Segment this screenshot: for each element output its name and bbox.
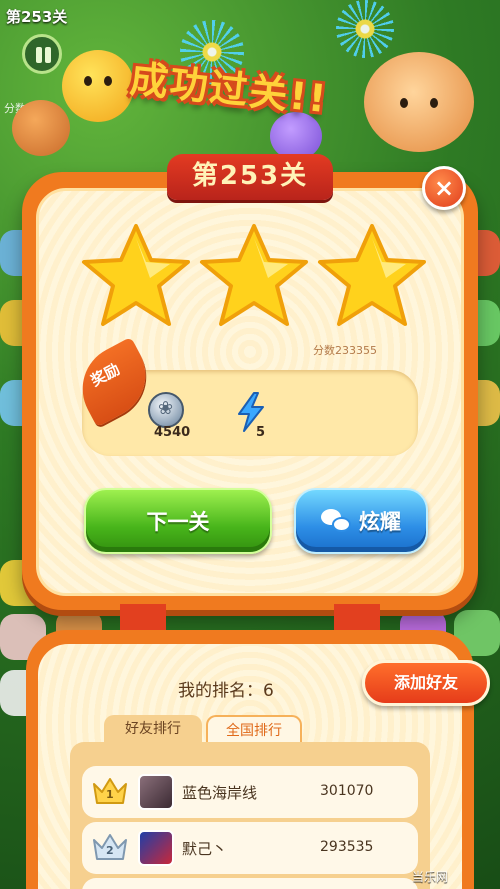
- firework-decoration: [336, 0, 394, 58]
- coin-reward-count: 4540: [154, 425, 191, 440]
- player-name: 默己丶: [182, 840, 228, 858]
- share-label: 炫耀: [359, 510, 401, 534]
- star-icon: [200, 224, 308, 326]
- add-friend-button[interactable]: 添加好友: [362, 660, 490, 706]
- raccoon-mascot: [364, 52, 474, 152]
- player-score: 301070: [320, 783, 374, 799]
- share-button[interactable]: 炫耀: [294, 488, 428, 554]
- wechat-icon: [321, 509, 351, 533]
- silver-coin-icon: [148, 392, 184, 428]
- star-icon: [318, 224, 426, 326]
- energy-reward-count: 5: [256, 425, 266, 440]
- ranking-row[interactable]: [82, 878, 418, 889]
- pause-icon[interactable]: [22, 34, 62, 74]
- next-level-button[interactable]: 下一关: [84, 488, 272, 554]
- rank-number: 1: [106, 788, 114, 801]
- star-icon: [82, 224, 190, 326]
- background-level-label: 第253关: [6, 8, 68, 26]
- close-button[interactable]: ×: [422, 166, 466, 210]
- tab-national-ranking[interactable]: 全国排行: [206, 715, 302, 743]
- avatar: [138, 774, 174, 810]
- my-rank-text: 我的排名：6: [178, 681, 274, 701]
- player-score: 293535: [320, 839, 374, 855]
- bear-mascot: [12, 100, 70, 156]
- chick-mascot: [62, 50, 134, 122]
- player-name: 蓝色海岸线: [182, 784, 258, 802]
- avatar: [138, 830, 174, 866]
- tab-friend-ranking[interactable]: 好友排行: [104, 715, 202, 743]
- watermark-text: 当乐网: [412, 870, 449, 884]
- rank-number: 2: [106, 844, 114, 857]
- next-level-label: 下一关: [146, 510, 210, 534]
- level-title: 第253关: [167, 154, 333, 200]
- score-text: 分数233355: [313, 344, 377, 357]
